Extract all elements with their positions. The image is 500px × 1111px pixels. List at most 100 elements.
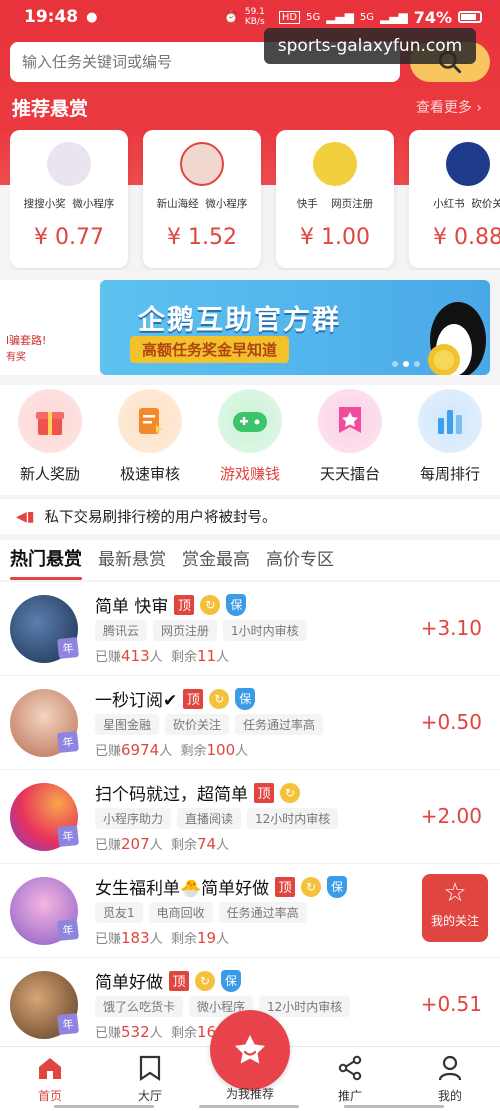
gesture-bar	[54, 1105, 444, 1109]
tab-latest[interactable]: 最新悬赏	[98, 540, 166, 580]
card-price: ¥ 1.52	[167, 225, 237, 250]
nav-promote[interactable]: 推广	[310, 1053, 390, 1104]
task-item[interactable]: 年 一秒订阅✔ 顶 ↻ 保 星图金融 砍价关注 任务通过率高 已赚6974人 剩…	[0, 676, 500, 770]
task-tag: 腾讯云	[95, 620, 148, 641]
quick-nav-label: 每周排行	[419, 465, 480, 483]
earned-count: 6974	[121, 741, 160, 759]
refresh-icon: ↻	[301, 876, 322, 897]
task-reward: +0.51	[420, 992, 482, 1016]
remaining-count: 19	[196, 929, 217, 947]
task-tabs: 热门悬赏 最新悬赏 赏金最高 高价专区	[0, 540, 500, 580]
document-icon	[118, 389, 182, 453]
task-tag: 小程序助力	[95, 808, 172, 829]
notification-icon: ●	[86, 9, 98, 25]
alarm-icon: ⏰	[223, 10, 239, 24]
task-tag: 星图金融	[95, 714, 160, 735]
quick-nav-arena[interactable]: 天天擂台	[300, 385, 400, 495]
bar-chart-icon	[418, 389, 482, 453]
my-favorites-button[interactable]: ☆ 我的关注	[422, 874, 488, 942]
tab-hot[interactable]: 热门悬赏	[10, 540, 82, 580]
signal-icon-2: ▂▄▆	[380, 10, 408, 24]
task-tag: 电商回收	[148, 902, 213, 923]
quick-nav-new-user[interactable]: 新人奖励	[0, 385, 100, 495]
gift-icon	[18, 389, 82, 453]
signal-icon: ▂▄▆	[326, 10, 354, 24]
task-item[interactable]: 年 扫个码就过，超简单 顶 ↻ 小程序助力 直播阅读 12小时内审核 已赚207…	[0, 770, 500, 864]
quick-nav-label: 新人奖励	[19, 465, 80, 483]
task-stats: 已赚207人 剩余74人	[95, 835, 230, 853]
top-badge: 顶	[275, 876, 296, 897]
card-tag: 搜搜小奖	[23, 198, 66, 210]
battery-percent: 74%	[413, 7, 452, 27]
tab-highest[interactable]: 赏金最高	[182, 540, 250, 580]
task-tag: 12小时内审核	[259, 996, 351, 1017]
earned-count: 207	[121, 835, 150, 853]
signal-5g-1: 5G	[306, 11, 321, 23]
signal-5g-2: 5G	[359, 11, 375, 23]
recommended-title: 推荐悬赏	[12, 98, 89, 120]
recommended-card[interactable]: 搜搜小奖 微小程序 ¥ 0.77	[10, 130, 128, 268]
notice-bar: ◀▮ 私下交易刷排行榜的用户将被封号。	[0, 498, 500, 534]
card-avatar	[180, 142, 224, 186]
card-price: ¥ 0.77	[34, 225, 104, 250]
speaker-icon: ◀▮	[16, 508, 35, 525]
quick-nav-fast-review[interactable]: 极速审核	[100, 385, 200, 495]
task-tag: 砍价关注	[165, 714, 230, 735]
battery-icon	[458, 11, 482, 23]
card-tag: 网页注册	[331, 198, 374, 210]
top-badge: 顶	[254, 782, 274, 803]
status-time: 19:48	[24, 7, 79, 27]
quick-nav-ranking[interactable]: 每周排行	[400, 385, 500, 495]
banner-title: 企鹅互助官方群	[138, 305, 341, 336]
task-stats: 已赚413人 剩余11人	[95, 647, 230, 665]
user-icon	[438, 1055, 462, 1081]
recommended-card[interactable]: 快手 网页注册 ¥ 1.00	[276, 130, 394, 268]
share-icon	[338, 1055, 362, 1081]
earned-count: 532	[121, 1023, 150, 1041]
task-title: 女生福利单🐣简单好做	[95, 879, 270, 899]
card-tag: 砍价关	[471, 198, 500, 210]
card-tag: 微小程序	[205, 198, 248, 210]
net-speed: 59.1 KB/s	[244, 7, 265, 27]
nav-label: 大厅	[137, 1089, 162, 1103]
recommended-card[interactable]: 新山海经 微小程序 ¥ 1.52	[143, 130, 261, 268]
notice-text: 私下交易刷排行榜的用户将被封号。	[44, 510, 277, 526]
task-tag: 直播阅读	[177, 808, 242, 829]
banner-carousel[interactable]: l骗套路! 有奖 企鹅互助官方群 高额任务奖金早知道	[0, 280, 500, 375]
star-flag-icon	[318, 389, 382, 453]
nav-recommend-button[interactable]	[210, 1010, 290, 1090]
quick-nav-label: 极速审核	[119, 465, 180, 483]
quick-nav-label: 游戏赚钱	[219, 465, 280, 483]
guarantee-badge: 保	[226, 593, 247, 616]
task-tag: 觅友1	[95, 902, 143, 923]
nav-mine[interactable]: 我的	[410, 1053, 490, 1104]
refresh-icon: ↻	[209, 688, 230, 709]
card-tag: 快手	[296, 198, 318, 210]
task-reward: +3.10	[420, 616, 482, 640]
guarantee-badge: 保	[327, 875, 348, 898]
guarantee-badge: 保	[235, 687, 256, 710]
task-stats: 已赚6974人 剩余100人	[95, 741, 249, 759]
star-outline-icon: ☆	[443, 878, 467, 908]
nav-label: 我的	[437, 1089, 462, 1103]
earned-count: 413	[121, 647, 150, 665]
task-tag: 任务通过率高	[218, 902, 307, 923]
task-stats: 已赚532人 剩余16人	[95, 1023, 229, 1041]
year-badge: 年	[57, 1013, 79, 1035]
recommended-cards: 搜搜小奖 微小程序 ¥ 0.77 新山海经 微小程序 ¥ 1.52 快手 网页注…	[10, 130, 500, 270]
watermark: sports-galaxyfun.com	[264, 28, 476, 64]
star-icon	[235, 1035, 265, 1064]
task-stats: 已赚183人 剩余19人	[95, 929, 230, 947]
remaining-count: 100	[206, 741, 236, 759]
recommended-card[interactable]: 小红书 砍价关 ¥ 0.88	[409, 130, 500, 268]
task-tag: 12小时内审核	[247, 808, 339, 829]
task-item[interactable]: 年 简单 快审 顶 ↻ 保 腾讯云 网页注册 1小时内审核 已赚413人 剩余1…	[0, 582, 500, 676]
nav-hall[interactable]: 大厅	[110, 1053, 190, 1104]
guarantee-badge: 保	[221, 969, 241, 992]
see-more-link[interactable]: 查看更多 ›	[416, 97, 482, 117]
nav-home[interactable]: 首页	[10, 1053, 90, 1104]
quick-nav-game[interactable]: 游戏赚钱	[200, 385, 300, 495]
task-tag: 饿了么吃货卡	[95, 996, 184, 1017]
banner-slide[interactable]: 企鹅互助官方群 高额任务奖金早知道	[100, 280, 490, 375]
tab-premium[interactable]: 高价专区	[266, 540, 334, 580]
